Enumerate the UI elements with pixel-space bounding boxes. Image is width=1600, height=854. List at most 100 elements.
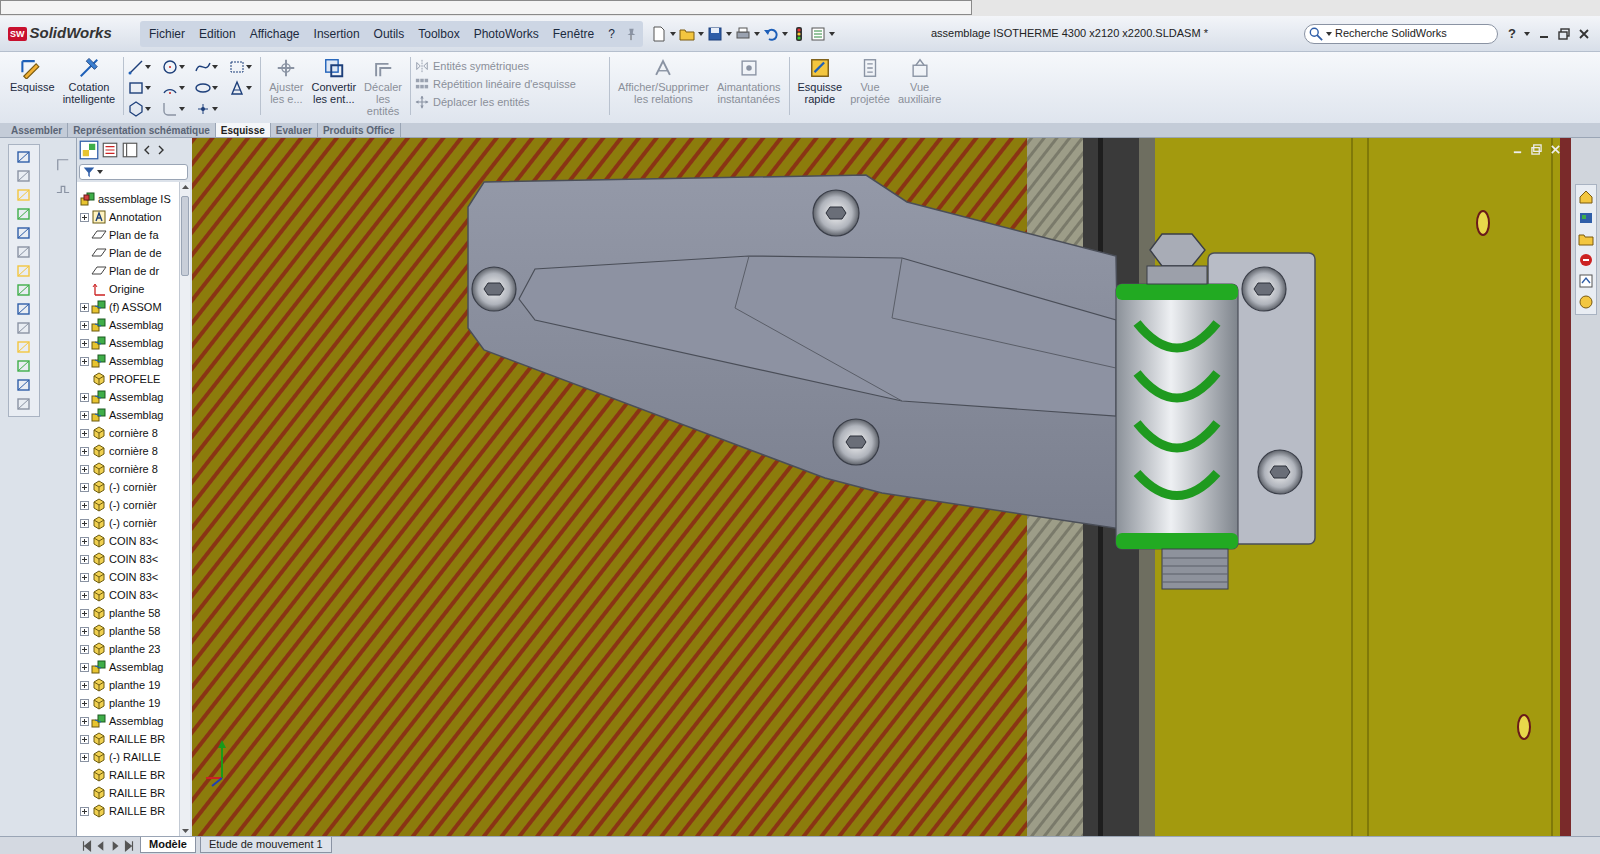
configuration-tab-icon[interactable] (121, 141, 139, 159)
menu-item[interactable]: Toolbox (411, 25, 466, 43)
expand-icon[interactable] (80, 213, 89, 222)
help-button[interactable]: ? (1508, 24, 1516, 44)
tree-item[interactable]: Assemblag (77, 406, 179, 424)
tree-item[interactable]: planthe 19 (77, 694, 179, 712)
tree-item[interactable]: Plan de dr (77, 262, 179, 280)
expand-icon[interactable] (80, 717, 89, 726)
command-row[interactable]: Déplacer les entités (415, 95, 605, 109)
sketch-tool[interactable] (128, 59, 156, 75)
command-tab[interactable]: Représentation schématique (68, 123, 216, 137)
tree-item[interactable]: COIN 83< (77, 532, 179, 550)
options-icon[interactable] (810, 26, 826, 42)
command-button[interactable]: Esquisserapide (794, 57, 847, 105)
tree-item[interactable]: Assemblag (77, 334, 179, 352)
expand-icon[interactable] (80, 807, 89, 816)
save-icon[interactable] (707, 26, 723, 42)
expand-icon[interactable] (80, 429, 89, 438)
bottom-tab[interactable]: Etude de mouvement 1 (200, 837, 332, 853)
feature-tree-tab-icon[interactable] (79, 140, 99, 160)
viewport-close-icon[interactable] (1550, 144, 1561, 155)
tree-item[interactable]: RAILLE BR (77, 784, 179, 802)
tree-item[interactable]: Assemblag (77, 712, 179, 730)
tree-item[interactable]: assemblage IS (77, 190, 179, 208)
tree-item[interactable]: Annotation (77, 208, 179, 226)
minimize-icon[interactable] (1538, 28, 1550, 40)
expand-icon[interactable] (80, 627, 89, 636)
sketch-tool[interactable] (162, 59, 190, 75)
view-tool-icon[interactable] (16, 320, 32, 336)
expand-icon[interactable] (80, 663, 89, 672)
dropdown-arrow-icon[interactable] (670, 31, 676, 37)
view-tool-icon[interactable] (16, 187, 32, 203)
menu-item[interactable]: Fenêtre (546, 25, 601, 43)
scroll-thumb[interactable] (181, 196, 189, 276)
new-document-icon[interactable] (651, 26, 667, 42)
expand-icon[interactable] (80, 645, 89, 654)
expand-icon[interactable] (80, 483, 89, 492)
tree-item[interactable]: (-) cornièr (77, 514, 179, 532)
dropdown-arrow-icon[interactable] (698, 31, 704, 37)
tree-item[interactable]: (-) cornièr (77, 496, 179, 514)
tree-item[interactable]: planthe 19 (77, 676, 179, 694)
view-palette-icon[interactable] (1578, 273, 1594, 289)
tab-nav-icon[interactable] (80, 839, 94, 853)
dropdown-arrow-icon[interactable] (145, 64, 151, 70)
expand-icon[interactable] (80, 753, 89, 762)
command-button[interactable]: Vueprojetée (846, 57, 894, 105)
command-button[interactable]: Ajusterles e... (265, 57, 307, 105)
search-box[interactable] (1304, 24, 1498, 44)
view-tool-icon[interactable] (16, 396, 32, 412)
dropdown-arrow-icon[interactable] (1524, 31, 1530, 37)
home-icon[interactable] (1578, 189, 1594, 205)
dropdown-arrow-icon[interactable] (726, 31, 732, 37)
expand-icon[interactable] (80, 699, 89, 708)
command-button[interactable]: Afficher/Supprimerles relations (614, 57, 713, 105)
dropdown-arrow-icon[interactable] (246, 85, 252, 91)
bottom-tab[interactable]: Modèle (140, 837, 196, 853)
dropdown-arrow-icon[interactable] (829, 31, 835, 37)
command-button[interactable]: Décalerlesentités (360, 57, 406, 117)
tree-item[interactable]: Assemblag (77, 658, 179, 676)
expand-icon[interactable] (80, 465, 89, 474)
dropdown-arrow-icon[interactable] (1326, 31, 1332, 37)
tree-item[interactable]: (-) RAILLE (77, 748, 179, 766)
sketch-tool[interactable] (162, 80, 190, 96)
tree-scrollbar[interactable] (179, 182, 190, 836)
menu-item[interactable]: PhotoWorks (467, 25, 546, 43)
expand-icon[interactable] (80, 321, 89, 330)
tree-item[interactable]: cornière 8 (77, 424, 179, 442)
command-button[interactable]: Esquisse (6, 57, 59, 93)
dropdown-arrow-icon[interactable] (782, 31, 788, 37)
view-tool-icon[interactable] (16, 377, 32, 393)
tree-item[interactable]: COIN 83< (77, 586, 179, 604)
view-tool-icon[interactable] (16, 282, 32, 298)
tree-item[interactable]: planthe 58 (77, 604, 179, 622)
view-tool-icon[interactable] (16, 358, 32, 374)
dropdown-arrow-icon[interactable] (97, 169, 103, 175)
scroll-down-icon[interactable] (180, 826, 191, 836)
tab-nav-icon[interactable] (122, 839, 136, 853)
tab-nav-icon[interactable] (94, 839, 108, 853)
view-tool-icon[interactable] (16, 168, 32, 184)
tree-item[interactable]: RAILLE BR (77, 802, 179, 820)
tree-item[interactable]: Assemblag (77, 316, 179, 334)
expand-icon[interactable] (80, 537, 89, 546)
expand-icon[interactable] (80, 591, 89, 600)
dropdown-arrow-icon[interactable] (212, 64, 218, 70)
dropdown-arrow-icon[interactable] (754, 31, 760, 37)
menu-item[interactable]: Outils (367, 25, 412, 43)
expand-icon[interactable] (80, 735, 89, 744)
open-icon[interactable] (679, 26, 695, 42)
hinge-3d-model[interactable] (192, 138, 1571, 836)
expand-icon[interactable] (80, 681, 89, 690)
expand-icon[interactable] (80, 555, 89, 564)
tree-item[interactable]: Assemblag (77, 352, 179, 370)
tab-right-icon[interactable] (155, 142, 167, 158)
command-button[interactable]: Vueauxiliaire (894, 57, 945, 105)
sketch-tool[interactable] (162, 101, 190, 117)
dropdown-arrow-icon[interactable] (179, 106, 185, 112)
tab-left-icon[interactable] (141, 142, 153, 158)
command-button[interactable]: Convertirles ent... (307, 57, 360, 105)
command-row[interactable]: Entités symétriques (415, 59, 605, 73)
menu-item[interactable]: Insertion (307, 25, 367, 43)
